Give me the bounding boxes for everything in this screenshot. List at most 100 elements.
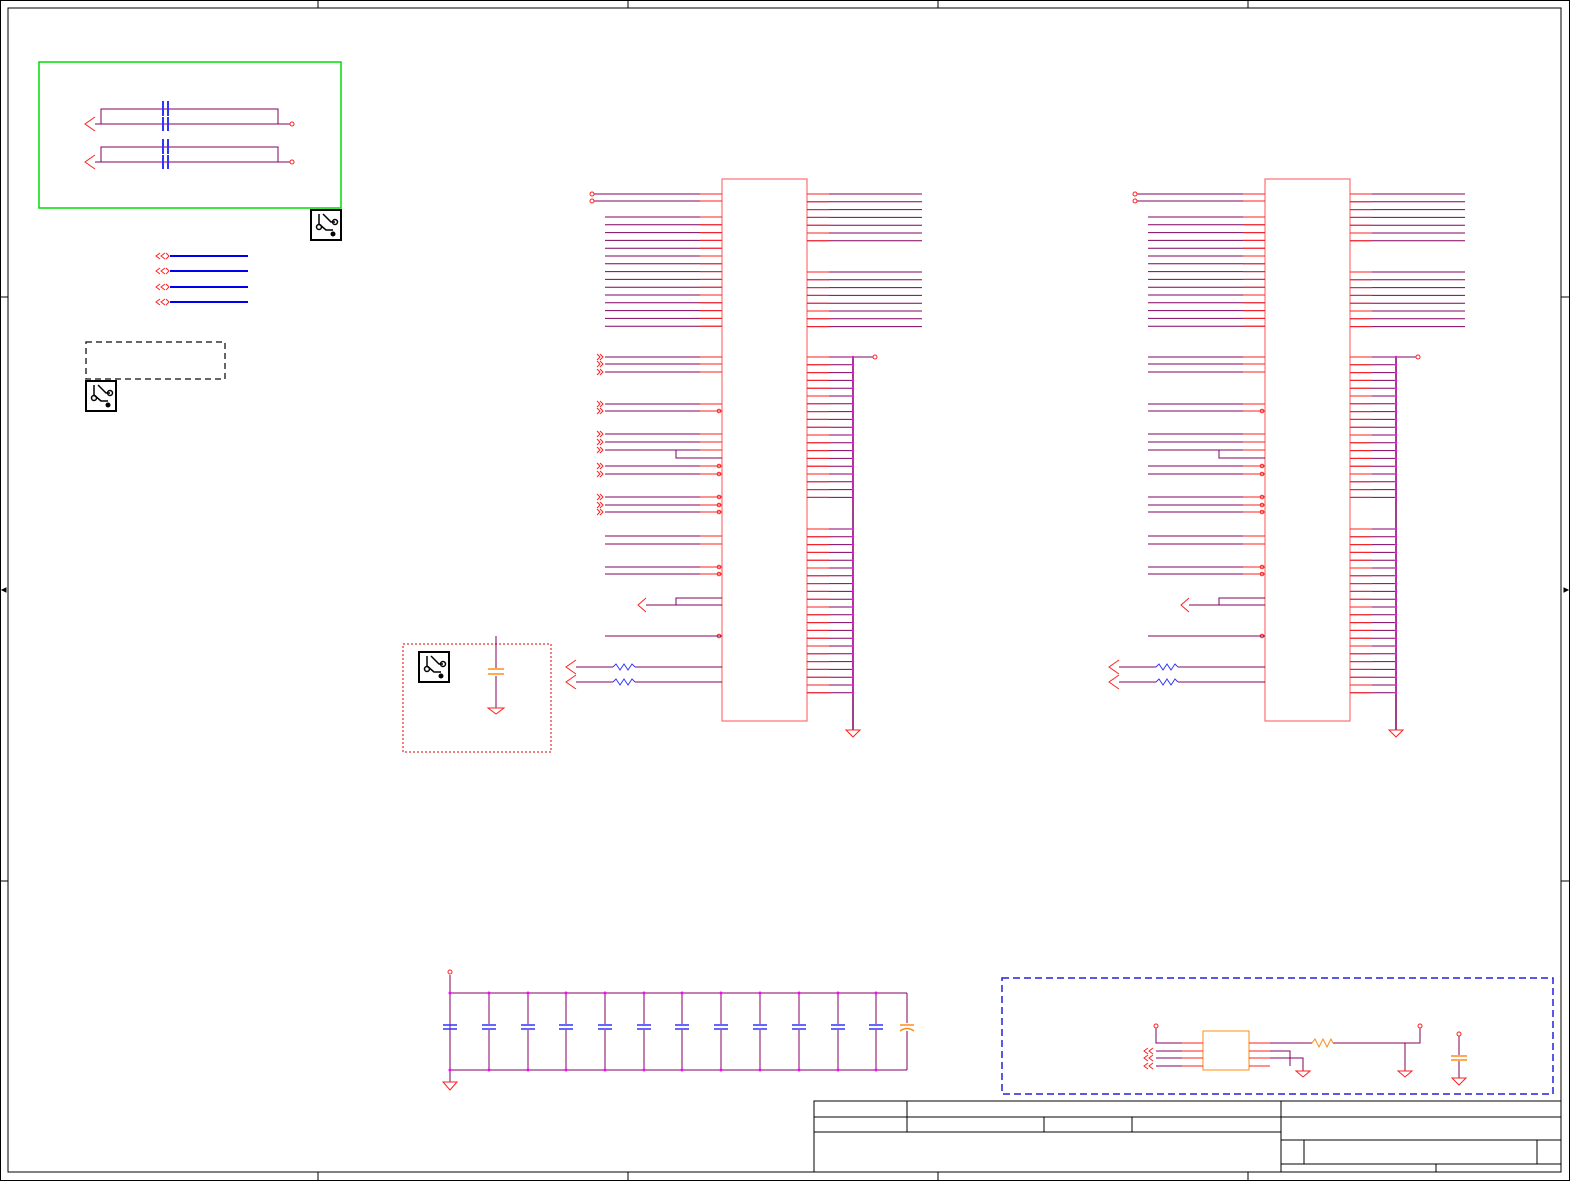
offpage-connector [596, 400, 604, 408]
blue-dashed-block [1001, 977, 1554, 1095]
offpage-connector [596, 470, 604, 478]
decoupling-capacitor-bank [441, 969, 915, 1091]
junction-dot [1394, 566, 1398, 570]
ground-arrow [565, 659, 577, 675]
junction-dot [1394, 418, 1398, 421]
junction-dot [851, 613, 855, 616]
junction-dot [851, 644, 855, 648]
dashed-note-box [85, 341, 226, 380]
ground-arrow [1180, 597, 1190, 613]
offpage-connector [596, 353, 604, 361]
port-marker [447, 969, 453, 975]
cap-plate-polarized [899, 1027, 915, 1032]
connector-body [1264, 178, 1351, 722]
junction-dot [851, 387, 855, 390]
junction-dot [487, 1068, 491, 1072]
junction-dot [1394, 527, 1398, 531]
junction-dot [603, 991, 607, 995]
junction-dot [1394, 574, 1398, 577]
offpage-connector [596, 462, 604, 470]
signal-wire [1189, 597, 1265, 606]
pcb-logo-icon [85, 380, 117, 412]
pcb-logo-icon [310, 209, 342, 241]
offpage-connector [596, 407, 604, 415]
junction-dot [851, 363, 855, 366]
junction-dot [564, 991, 568, 995]
offpage-connector [596, 446, 604, 454]
resistor [612, 663, 636, 671]
signal-wire [675, 450, 722, 459]
junction-dot [797, 1068, 801, 1072]
port-marker [872, 354, 878, 360]
junction-dot [851, 652, 855, 655]
junction-dot [851, 637, 855, 640]
junction-dot [1394, 472, 1398, 476]
junction-dot [758, 991, 762, 995]
junction-dot [564, 1068, 568, 1072]
junction-dot [851, 660, 855, 663]
title-block [813, 1100, 1562, 1173]
junction-dot [1394, 410, 1398, 413]
junction-dot [851, 410, 855, 413]
junction-dot [1394, 465, 1398, 468]
junction-dot [851, 535, 855, 538]
junction-dot [851, 676, 855, 679]
junction-dot [1394, 582, 1398, 585]
junction-dot [1394, 433, 1398, 437]
offpage-connector [596, 360, 604, 368]
junction-dot [851, 543, 855, 546]
junction-dot [851, 465, 855, 468]
junction-dot [836, 1068, 840, 1072]
junction-dot [851, 379, 855, 382]
pcb-logo-icon [418, 651, 450, 683]
offpage-connector [596, 368, 604, 376]
junction-dot [758, 1068, 762, 1072]
connector-body [721, 178, 808, 722]
resistor [1155, 663, 1179, 671]
offpage-connector [596, 501, 604, 509]
connector-right [1108, 178, 1465, 738]
offpage-connector [596, 493, 604, 501]
junction-dot [1394, 449, 1398, 452]
green-decoupling-block [38, 61, 342, 209]
junction-dot [851, 621, 855, 624]
port-marker [1132, 198, 1138, 204]
junction-dot [851, 371, 855, 374]
junction-dot [719, 1068, 723, 1072]
junction-dot [851, 480, 855, 483]
signal-wire [646, 597, 722, 606]
junction-dot [851, 590, 855, 593]
junction-dot [448, 991, 452, 995]
junction-dot [851, 574, 855, 577]
junction-dot [1394, 402, 1398, 405]
junction-dot [1394, 621, 1398, 624]
junction-dot [1394, 543, 1398, 546]
junction-dot [851, 605, 855, 609]
junction-dot [642, 991, 646, 995]
junction-dot [851, 441, 855, 444]
junction-dot [851, 551, 855, 554]
junction-dot [642, 1068, 646, 1072]
ground-arrow [1108, 674, 1120, 690]
junction-dot [1394, 629, 1398, 632]
junction-dot [851, 472, 855, 476]
junction-dot [603, 1068, 607, 1072]
junction-dot [1394, 371, 1398, 374]
port-marker [589, 198, 595, 204]
junction-dot [719, 991, 723, 995]
junction-dot [874, 991, 878, 995]
junction-dot [851, 418, 855, 421]
junction-dot [448, 1068, 452, 1072]
junction-dot [797, 991, 801, 995]
junction-dot [1394, 683, 1398, 687]
junction-dot [1394, 441, 1398, 444]
sheet-border [0, 0, 1570, 1181]
junction-dot [1394, 691, 1398, 694]
junction-dot [851, 457, 855, 460]
junction-dot [836, 991, 840, 995]
junction-dot [1394, 637, 1398, 640]
connector-left [565, 178, 922, 738]
ground-symbol [441, 1081, 459, 1091]
junction-dot [851, 691, 855, 694]
ground-arrow [565, 674, 577, 690]
